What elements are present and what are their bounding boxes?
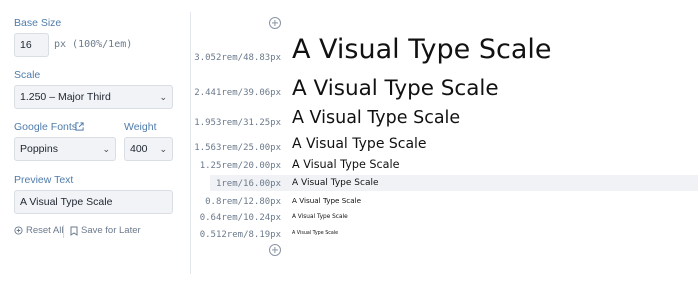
scale-size-label: 3.052rem/48.83px	[194, 53, 281, 63]
scale-sample-text: A Visual Type Scale	[292, 196, 362, 205]
bookmark-icon	[70, 226, 78, 236]
add-step-bottom-icon[interactable]	[269, 244, 281, 256]
scale-sample-text: A Visual Type Scale	[292, 158, 400, 171]
action-divider	[63, 225, 64, 238]
font-select-value: Poppins	[20, 143, 58, 155]
chevron-down-icon: ⌄	[102, 144, 110, 154]
base-size-input[interactable]: 16	[14, 33, 49, 57]
scale-size-label: 1rem/16.00px	[215, 179, 281, 189]
font-select[interactable]: Poppins ⌄	[14, 137, 116, 161]
settings-sidebar: Base Size 16 px (100%/1em) Scale 1.250 –…	[0, 0, 190, 284]
google-fonts-label: Google Fonts	[14, 121, 78, 133]
scale-select-value: 1.250 – Major Third	[20, 91, 111, 103]
scale-size-label: 1.25rem/20.00px	[199, 161, 281, 171]
scale-size-label: 0.8rem/12.80px	[205, 197, 281, 207]
save-for-later-label: Save for Later	[81, 225, 141, 236]
base-size-label: Base Size	[14, 17, 62, 29]
scale-sample-text: A Visual Type Scale	[292, 214, 348, 220]
scale-size-label: 0.64rem/10.24px	[199, 213, 281, 223]
chevron-down-icon: ⌄	[159, 144, 167, 154]
weight-label: Weight	[124, 121, 157, 133]
chevron-down-icon: ⌄	[159, 92, 167, 102]
scale-sample-text: A Visual Type Scale	[292, 108, 461, 128]
base-size-unit: px (100%/1em)	[54, 39, 133, 50]
scale-size-label: 1.563rem/25.00px	[194, 143, 281, 153]
scale-size-label: 2.441rem/39.06px	[194, 88, 281, 98]
reset-all-label: Reset All	[26, 225, 64, 236]
scale-size-label: 0.512rem/8.19px	[199, 230, 281, 240]
weight-select[interactable]: 400 ⌄	[124, 137, 173, 161]
base-row-highlight	[210, 175, 698, 191]
scale-label: Scale	[14, 69, 41, 81]
scale-sample-text: A Visual Type Scale	[292, 178, 379, 188]
reset-all-button[interactable]: Reset All	[14, 225, 64, 236]
scale-sample-text: A Visual Type Scale	[292, 136, 427, 152]
panel-divider	[190, 12, 191, 274]
external-link-icon[interactable]	[75, 122, 84, 131]
reset-icon	[14, 226, 23, 235]
preview-text-label: Preview Text	[14, 174, 74, 186]
scale-size-label: 1.953rem/31.25px	[194, 118, 281, 128]
preview-text-input[interactable]: A Visual Type Scale	[14, 190, 173, 214]
scale-sample-text: A Visual Type Scale	[292, 34, 552, 65]
scale-sample-text: A Visual Type Scale	[292, 76, 499, 101]
weight-select-value: 400	[130, 143, 148, 155]
scale-select[interactable]: 1.250 – Major Third ⌄	[14, 85, 173, 109]
add-step-top-icon[interactable]	[269, 17, 281, 29]
scale-sample-text: A Visual Type Scale	[292, 231, 339, 236]
save-for-later-button[interactable]: Save for Later	[70, 225, 141, 236]
